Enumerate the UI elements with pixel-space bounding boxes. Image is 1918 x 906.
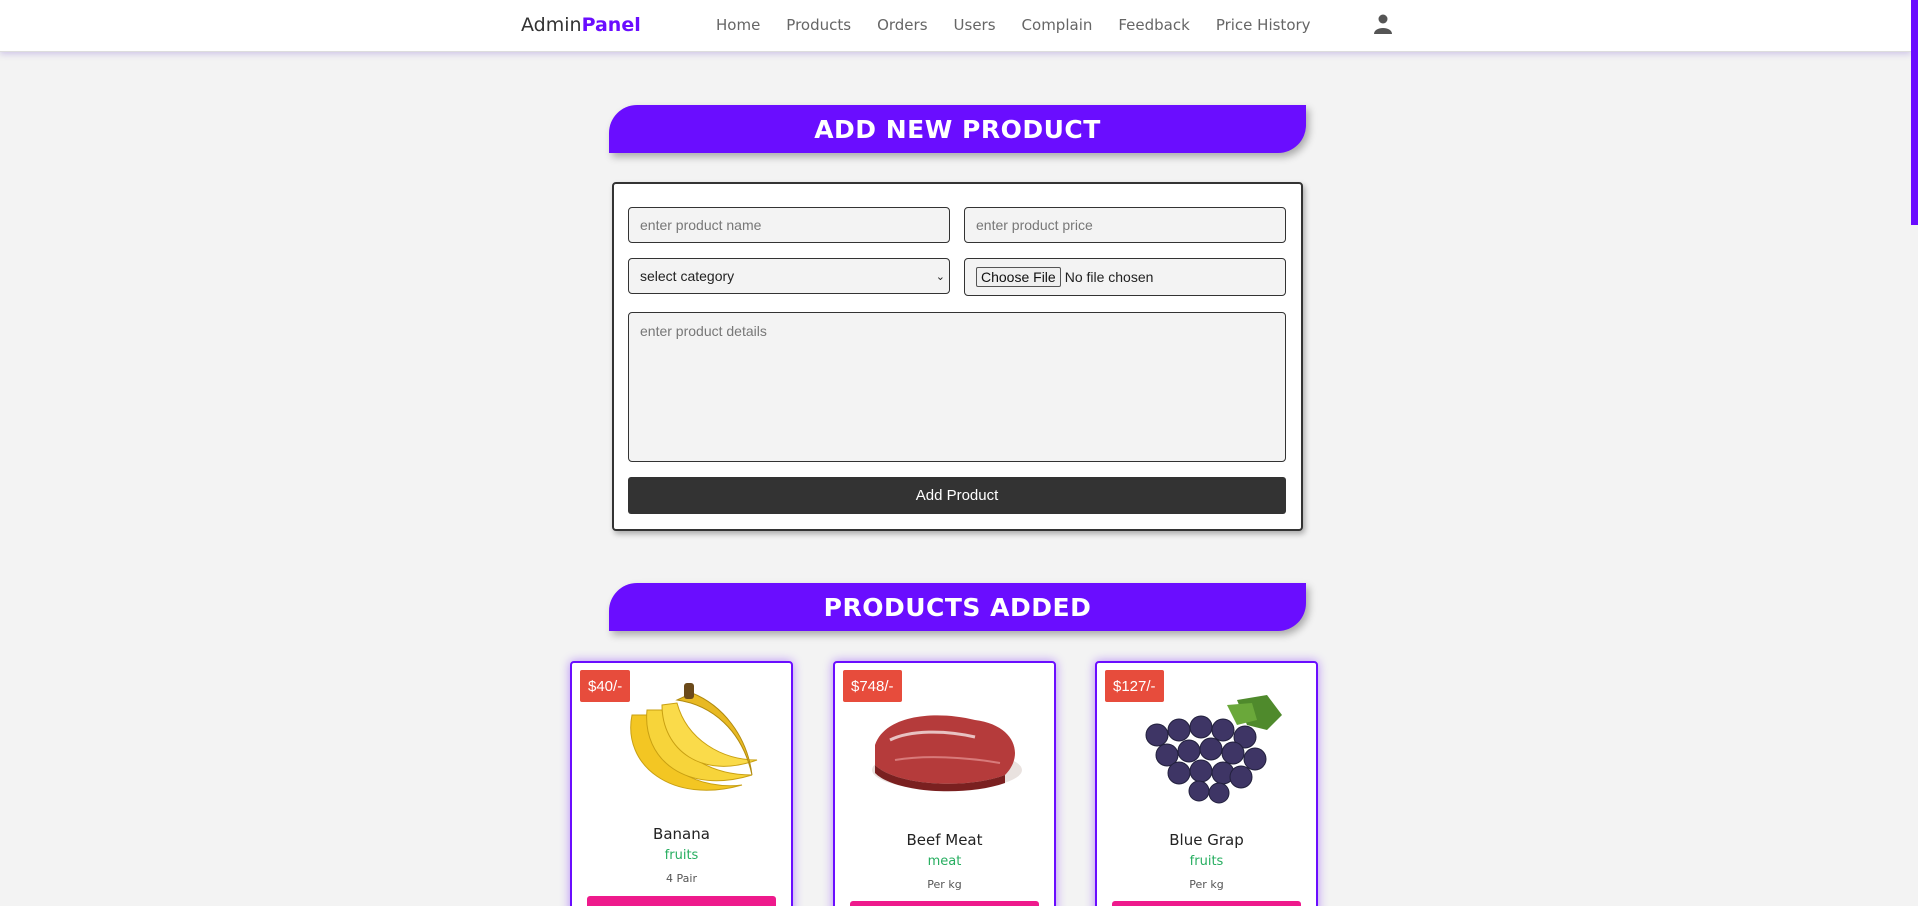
add-product-form: enter product name enter product price s… — [612, 182, 1303, 531]
nav-users[interactable]: Users — [954, 16, 996, 34]
choose-file-button[interactable]: Choose File — [976, 267, 1061, 287]
brand-logo[interactable]: AdminPanel — [521, 14, 641, 36]
nav-products[interactable]: Products — [786, 16, 851, 34]
top-navbar: AdminPanel Home Products Orders Users Co… — [0, 0, 1911, 52]
nav-feedback[interactable]: Feedback — [1118, 16, 1189, 34]
add-product-button[interactable]: Add Product — [628, 477, 1286, 514]
product-card: $40/- Banana fruits 4 Pair — [570, 661, 793, 906]
product-name: Beef Meat — [906, 831, 983, 849]
price-tag: $748/- — [843, 670, 902, 702]
add-product-heading: ADD NEW PRODUCT — [609, 105, 1306, 153]
chevron-down-icon: ⌄ — [935, 270, 945, 283]
product-name: Banana — [653, 825, 710, 843]
product-details-textarea[interactable]: enter product details — [628, 312, 1286, 462]
user-icon[interactable] — [1374, 14, 1392, 34]
product-name-input[interactable]: enter product name — [628, 207, 950, 243]
card-action-button[interactable] — [1112, 901, 1301, 906]
product-unit: Per kg — [1189, 878, 1224, 891]
card-action-button[interactable] — [587, 896, 776, 906]
nav-complain[interactable]: Complain — [1022, 16, 1093, 34]
product-unit: Per kg — [927, 878, 962, 891]
price-tag: $127/- — [1105, 670, 1164, 702]
nav-orders[interactable]: Orders — [877, 16, 927, 34]
category-select-value: select category — [640, 268, 735, 284]
product-category: fruits — [664, 848, 699, 863]
product-card: $127/- Blue Grap fruits Per kg — [1095, 661, 1318, 906]
nav-home[interactable]: Home — [716, 16, 760, 34]
product-name: Blue Grap — [1169, 831, 1244, 849]
card-action-button[interactable] — [850, 901, 1039, 906]
logo-prefix: Admin — [521, 14, 582, 36]
scrollbar-thumb[interactable] — [1911, 0, 1918, 225]
category-select[interactable]: select category ⌄ — [628, 258, 950, 294]
nav-price-history[interactable]: Price History — [1216, 16, 1311, 34]
price-tag: $40/- — [580, 670, 631, 702]
product-category: meat — [927, 854, 962, 869]
main-nav: Home Products Orders Users Complain Feed… — [716, 16, 1337, 34]
product-card: $748/- Beef Meat meat Per kg — [833, 661, 1056, 906]
product-price-input[interactable]: enter product price — [964, 207, 1286, 243]
product-unit: 4 Pair — [666, 872, 697, 885]
products-added-heading: PRODUCTS ADDED — [609, 583, 1306, 631]
product-category: fruits — [1189, 854, 1224, 869]
logo-accent: Panel — [581, 14, 641, 36]
file-status: No file chosen — [1064, 269, 1154, 285]
image-file-input[interactable]: Choose File No file chosen — [964, 258, 1286, 296]
